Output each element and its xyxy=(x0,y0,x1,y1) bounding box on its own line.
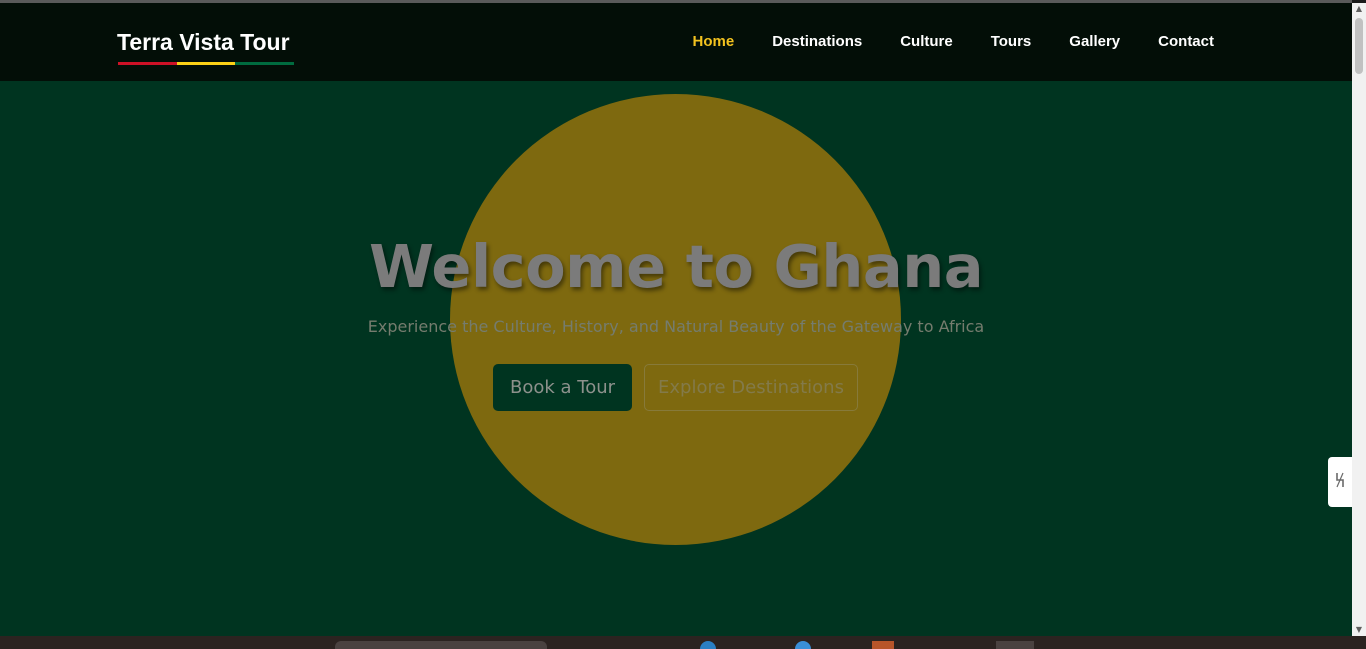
nav-link-home[interactable]: Home xyxy=(693,33,735,50)
scroll-thumb[interactable] xyxy=(1355,18,1363,74)
taskbar-app-icon[interactable] xyxy=(996,641,1034,649)
side-widget-tab[interactable] xyxy=(1328,457,1352,507)
scroll-up-arrow-icon[interactable]: ▲ xyxy=(1352,3,1366,15)
hero-section: Welcome to Ghana Experience the Culture,… xyxy=(0,81,1352,636)
underline-red xyxy=(118,62,177,65)
nav-link-destinations[interactable]: Destinations xyxy=(772,33,862,50)
nav-link-culture[interactable]: Culture xyxy=(900,33,953,50)
os-taskbar xyxy=(0,636,1366,649)
underline-gold xyxy=(176,62,236,65)
nav-link-tours[interactable]: Tours xyxy=(991,33,1032,50)
taskbar-search-box[interactable] xyxy=(335,641,547,649)
underline-green xyxy=(235,62,295,65)
accessibility-icon xyxy=(1334,471,1346,493)
taskbar-app-icon[interactable] xyxy=(700,641,716,649)
scroll-down-arrow-icon[interactable]: ▼ xyxy=(1352,624,1366,636)
taskbar-app-icon[interactable] xyxy=(872,641,894,649)
book-tour-button[interactable]: Book a Tour xyxy=(493,364,632,411)
nav-link-gallery[interactable]: Gallery xyxy=(1069,33,1120,50)
page-scrollbar[interactable]: ▲ ▼ xyxy=(1352,3,1366,636)
taskbar-app-icon[interactable] xyxy=(795,641,811,649)
nav-links: Home Destinations Culture Tours Gallery … xyxy=(655,33,1214,50)
hero-title: Welcome to Ghana xyxy=(368,232,984,301)
nav-link-contact[interactable]: Contact xyxy=(1158,33,1214,50)
explore-destinations-button[interactable]: Explore Destinations xyxy=(644,364,858,411)
brand-underline xyxy=(118,62,295,65)
navbar: Terra Vista Tour Home Destinations Cultu… xyxy=(0,3,1352,81)
hero-subtitle: Experience the Culture, History, and Nat… xyxy=(367,317,985,336)
browser-viewport: Terra Vista Tour Home Destinations Cultu… xyxy=(0,0,1366,649)
brand-logo[interactable]: Terra Vista Tour xyxy=(117,29,290,56)
